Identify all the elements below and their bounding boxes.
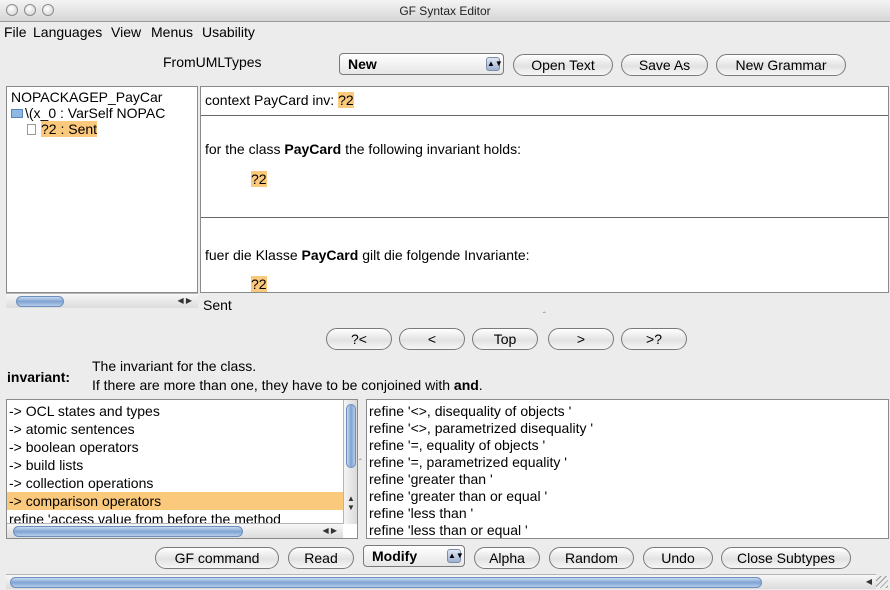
select-arrows-icon: ▲▼ [447,549,464,563]
new-select-value: New [348,56,377,72]
list-item[interactable]: -> OCL states and types [9,402,160,420]
tree-hscroll-thumb[interactable] [16,296,64,307]
tree-node[interactable]: \(x_0 : VarSelf NOPAC [11,105,165,121]
random-button[interactable]: Random [549,547,634,569]
new-grammar-button[interactable]: New Grammar [716,54,846,76]
help-line-2-bold: and [453,377,479,393]
help-line-2: If there are more than one, they have to… [92,377,483,393]
abstract-tree-pane[interactable]: NOPACKAGEP_PayCar \(x_0 : VarSelf NOPAC … [6,86,198,293]
open-text-button[interactable]: Open Text [513,54,613,76]
menu-usability[interactable]: Usability [202,24,255,40]
tree-node-label: \(x_0 : VarSelf NOPAC [25,105,166,121]
list-item[interactable]: -> collection operations [9,474,153,492]
english-line[interactable]: for the class PayCard the following inva… [205,141,521,157]
tree-leaf[interactable]: ?2 : Sent [27,121,98,137]
list-item[interactable]: refine 'less than ' [369,504,473,522]
window-hscrollbar[interactable]: ◀ [6,574,876,589]
list-item[interactable]: refine '<>, disequality of objects ' [369,402,571,420]
resize-grip-icon[interactable] [876,576,888,588]
category-hscrollbar[interactable]: ◀ ▶ [7,523,343,538]
scroll-arrows-icon[interactable]: ◀ ▶ [177,296,192,305]
list-item[interactable]: refine '<>, parametrized disequality ' [369,419,593,437]
english-metavariable[interactable]: ?2 [251,171,267,187]
modify-select[interactable]: Modify ▲▼ [363,545,465,567]
menu-languages[interactable]: Languages [33,24,102,40]
select-arrows-icon: ▲▼ [486,57,503,71]
ocl-metavariable[interactable]: ?2 [338,92,354,108]
save-as-button[interactable]: Save As [621,54,708,76]
tree-leaf-label: ?2 : Sent [41,121,98,137]
grammar-label: FromUMLTypes [163,54,262,70]
menu-view[interactable]: View [111,24,141,40]
window-title: GF Syntax Editor [399,4,491,18]
ocl-line[interactable]: context PayCard inv: ?2 [205,92,354,108]
help-label: invariant: [7,369,71,385]
scroll-arrows-icon[interactable]: ▲ ▼ [347,494,355,512]
prev-button[interactable]: < [399,328,465,350]
german-text-prefix: fuer die Klasse [205,247,298,263]
list-item-selected[interactable]: -> comparison operators [7,492,343,510]
scroll-arrows-icon[interactable]: ◀ ▶ [322,526,337,535]
menu-bar: File Languages View Menus Usability [0,22,890,43]
splitter-handle-icon[interactable]: ˆ [543,311,546,320]
undo-button[interactable]: Undo [643,547,713,569]
scroll-arrows-icon[interactable]: ◀ [866,577,872,586]
tree-root[interactable]: NOPACKAGEP_PayCar [11,89,162,105]
list-item[interactable]: refine 'greater than or equal ' [369,487,547,505]
new-select[interactable]: New ▲▼ [339,53,504,75]
help-line-1: The invariant for the class. [92,358,257,374]
category-list[interactable]: -> OCL states and types -> atomic senten… [6,399,358,539]
prev-meta-button[interactable]: ?< [326,328,392,350]
list-item[interactable]: -> atomic sentences [9,420,135,438]
separator [201,115,888,116]
category-hscroll-thumb[interactable] [13,526,243,537]
list-item[interactable]: refine '=, parametrized equality ' [369,453,567,471]
menu-menus[interactable]: Menus [151,24,193,40]
category-vscroll-thumb[interactable] [346,404,356,468]
next-button[interactable]: > [548,328,614,350]
next-meta-button[interactable]: >? [621,328,687,350]
english-text-prefix: for the class [205,141,281,157]
german-text-suffix: gilt die folgende Invariante: [362,247,530,263]
window-hscroll-thumb[interactable] [10,577,762,588]
read-button[interactable]: Read [288,547,354,569]
linearization-pane[interactable]: context PayCard inv: ?2 for the class Pa… [200,86,889,293]
category-status: Sent [203,297,232,313]
ocl-text: context PayCard inv: [205,92,335,108]
help-line-2-end: . [478,377,483,393]
alpha-button[interactable]: Alpha [474,547,540,569]
refinement-list[interactable]: refine '<>, disequality of objects ' ref… [366,399,889,539]
german-class-name: PayCard [301,247,359,263]
title-bar: GF Syntax Editor [0,0,890,22]
gf-command-button[interactable]: GF command [155,547,279,569]
german-line[interactable]: fuer die Klasse PayCard gilt die folgend… [205,247,530,263]
help-line-2-text: If there are more than one, they have to… [92,377,451,393]
menu-file[interactable]: File [4,24,27,40]
english-text-suffix: the following invariant holds: [345,141,521,157]
category-vscrollbar[interactable]: ▲ ▼ [343,400,357,524]
top-button[interactable]: Top [472,328,538,350]
separator [201,217,888,218]
english-class-name: PayCard [284,141,342,157]
list-item[interactable]: refine 'less than or equal ' [369,521,528,538]
splitter-handle-icon[interactable]: ˆ [359,458,362,467]
close-subtypes-button[interactable]: Close Subtypes [721,547,851,569]
list-item[interactable]: refine 'greater than ' [369,470,493,488]
german-meta-line[interactable]: ?2 [251,276,267,292]
tree-hscrollbar[interactable]: ◀ ▶ [6,293,198,308]
list-item[interactable]: refine '=, equality of objects ' [369,436,545,454]
german-metavariable[interactable]: ?2 [251,276,267,292]
modify-select-value: Modify [372,548,418,564]
english-meta-line[interactable]: ?2 [251,171,267,187]
document-icon [27,124,36,135]
list-item[interactable]: -> boolean operators [9,438,139,456]
folder-icon [11,109,23,118]
list-item[interactable]: -> build lists [9,456,83,474]
